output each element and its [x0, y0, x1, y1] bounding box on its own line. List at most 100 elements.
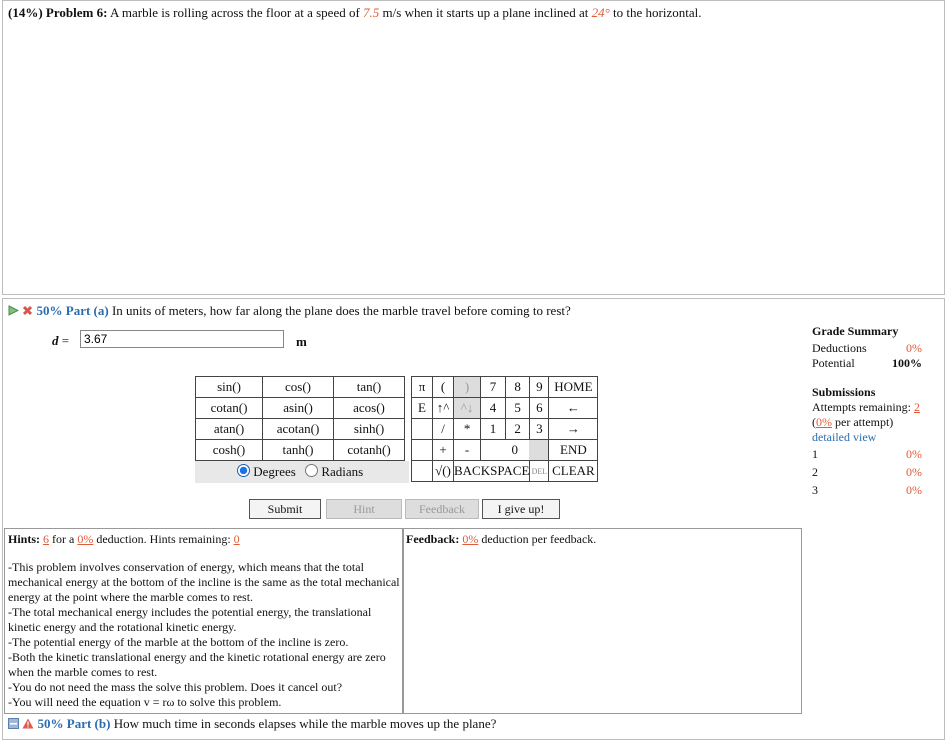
feedback-panel	[402, 528, 802, 714]
key-caret-down[interactable]: ^↓	[452, 397, 482, 419]
degrees-label: Degrees	[253, 464, 296, 479]
submit-button[interactable]: Submit	[249, 499, 321, 519]
key-cotanh[interactable]: cotanh()	[333, 439, 405, 461]
hints-deduction: deduction. Hints remaining:	[96, 532, 231, 546]
radians-label: Radians	[321, 464, 364, 479]
hints-remaining: 0	[233, 532, 240, 546]
attempt-pct: 0%	[906, 483, 922, 497]
key-backspace[interactable]: BACKSPACE	[452, 460, 531, 482]
feedback-header: Feedback: 0% deduction per feedback.	[406, 532, 596, 547]
deductions-label: Deductions	[812, 341, 867, 355]
submissions-title: Submissions	[812, 385, 876, 399]
per-attempt-pct: 0%	[816, 415, 832, 429]
equals-sign: =	[61, 333, 70, 348]
key-open-paren[interactable]: (	[432, 376, 454, 398]
key-4[interactable]: 4	[480, 397, 506, 419]
key-tanh[interactable]: tanh()	[262, 439, 334, 461]
key-cos[interactable]: cos()	[262, 376, 334, 398]
hint-button[interactable]: Hint	[326, 499, 402, 519]
hints-pct: 0%	[77, 532, 94, 546]
give-up-button[interactable]: I give up!	[482, 499, 560, 519]
key-3[interactable]: 3	[529, 418, 550, 440]
key-end[interactable]: END	[548, 439, 599, 461]
attempt-num: 1	[812, 447, 818, 461]
collapse-square-icon[interactable]	[8, 718, 19, 729]
key-divide[interactable]: /	[432, 418, 454, 440]
answer-unit: m	[296, 334, 307, 349]
function-keypad: sin() cos() tan() cotan() asin() acos() …	[195, 376, 405, 461]
attempt-pct: 0%	[906, 447, 922, 461]
grade-summary-title: Grade Summary	[812, 324, 899, 338]
answer-variable-label: d =	[52, 333, 69, 349]
incorrect-x-icon	[23, 305, 33, 316]
hints-text: -This problem involves conservation of e…	[8, 560, 400, 710]
key-0-blank-left	[481, 440, 500, 460]
hint-line: -This problem involves conservation of e…	[8, 560, 364, 574]
potential-value: 100%	[892, 356, 922, 370]
key-cosh[interactable]: cosh()	[195, 439, 263, 461]
attempts-line: Attempts remaining: 2	[812, 400, 922, 415]
hint-line: when the marble comes to rest.	[8, 665, 158, 679]
problem-angle: 24°	[591, 5, 610, 20]
hint-line: -The total mechanical energy includes th…	[8, 605, 372, 619]
var-d: d	[52, 333, 59, 348]
feedback-label: Feedback:	[406, 532, 460, 546]
key-atan[interactable]: atan()	[195, 418, 263, 440]
key-plus[interactable]: +	[432, 439, 454, 461]
key-sqrt[interactable]: √()	[432, 460, 454, 482]
key-9[interactable]: 9	[529, 376, 550, 398]
key-acos[interactable]: acos()	[333, 397, 405, 419]
key-blank-2	[411, 439, 433, 461]
key-right-arrow[interactable]: →	[548, 418, 599, 440]
key-1[interactable]: 1	[480, 418, 506, 440]
expand-arrow-icon[interactable]	[8, 305, 20, 316]
key-0[interactable]: 0	[480, 439, 550, 461]
key-cotan[interactable]: cotan()	[195, 397, 263, 419]
key-dot[interactable]	[529, 440, 549, 460]
radians-radio[interactable]	[305, 464, 319, 477]
key-asin[interactable]: asin()	[262, 397, 334, 419]
warning-triangle-icon	[22, 718, 34, 729]
problem-statement: (14%) Problem 6: A marble is rolling acr…	[8, 5, 702, 21]
key-up-caret[interactable]: ↑^	[432, 397, 454, 419]
hints-header: Hints: 6 for a 0% deduction. Hints remai…	[8, 532, 240, 547]
hint-line: -You do not need the mass the solve this…	[8, 680, 343, 694]
part-b-header: 50% Part (b) How much time in seconds el…	[8, 716, 496, 732]
hint-line: -The potential energy of the marble at t…	[8, 635, 349, 649]
key-7[interactable]: 7	[480, 376, 506, 398]
detailed-view-link[interactable]: detailed view	[812, 430, 922, 445]
part-a-question: In units of meters, how far along the pl…	[111, 303, 571, 318]
part-a-header: 50% Part (a) In units of meters, how far…	[8, 303, 571, 319]
key-minus[interactable]: -	[452, 439, 482, 461]
problem-text-b: m/s when it starts up a plane inclined a…	[382, 5, 589, 20]
key-left-arrow[interactable]: ←	[548, 397, 599, 419]
key-6[interactable]: 6	[529, 397, 550, 419]
problem-label: Problem 6:	[45, 5, 108, 20]
hint-line: mechanical energy at the bottom of the i…	[8, 575, 400, 589]
key-clear[interactable]: CLEAR	[548, 460, 599, 482]
key-del[interactable]: DEL	[529, 460, 550, 482]
key-home[interactable]: HOME	[548, 376, 599, 398]
problem-percent: (14%)	[8, 5, 43, 20]
key-blank-1	[411, 418, 433, 440]
potential-label: Potential	[812, 356, 855, 370]
key-close-paren[interactable]: )	[452, 376, 482, 398]
key-0-label: 0	[511, 442, 519, 457]
key-2[interactable]: 2	[504, 418, 531, 440]
attempt-num: 3	[812, 483, 818, 497]
answer-input[interactable]	[80, 330, 284, 348]
degrees-radio[interactable]	[237, 464, 250, 477]
part-b-percent: 50% Part (b)	[37, 716, 111, 731]
key-5[interactable]: 5	[504, 397, 531, 419]
key-tan[interactable]: tan()	[333, 376, 405, 398]
feedback-button[interactable]: Feedback	[405, 499, 479, 519]
key-sinh[interactable]: sinh()	[333, 418, 405, 440]
key-acotan[interactable]: acotan()	[262, 418, 334, 440]
hint-line: -Both the kinetic translational energy a…	[8, 650, 386, 664]
key-multiply[interactable]: *	[452, 418, 482, 440]
key-pi[interactable]: π	[411, 376, 433, 398]
key-8[interactable]: 8	[504, 376, 531, 398]
key-e[interactable]: E	[411, 397, 433, 419]
grade-summary: Grade Summary Deductions 0% Potential 10…	[812, 324, 922, 498]
key-sin[interactable]: sin()	[195, 376, 263, 398]
